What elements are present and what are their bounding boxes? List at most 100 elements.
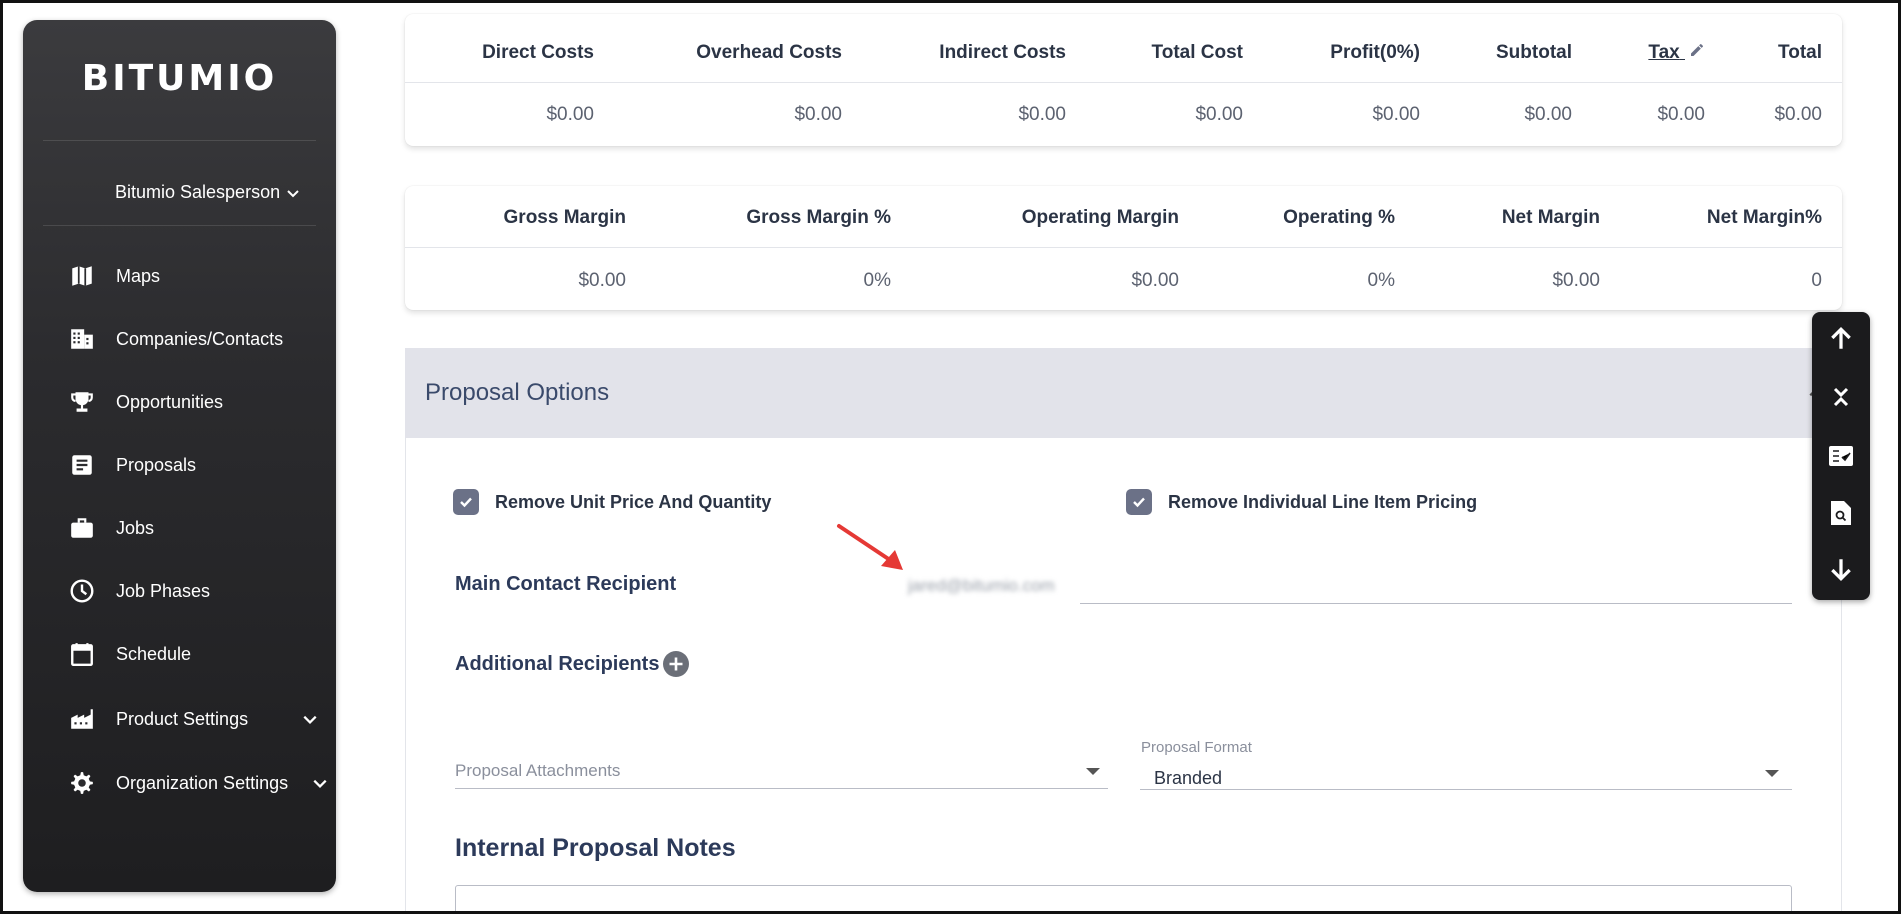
sidebar-item-companies-contacts[interactable]: Companies/Contacts [68, 319, 328, 359]
table-cell: 0% [863, 270, 891, 291]
document-search-icon [1831, 501, 1851, 525]
sidebar-item-maps[interactable]: Maps [68, 256, 328, 296]
table-cell: $0.00 [1657, 104, 1705, 125]
checklist-icon [1829, 446, 1853, 466]
checklist-button[interactable] [1812, 431, 1870, 481]
sidebar-item-label: Proposals [116, 454, 197, 475]
input-underline [455, 788, 1108, 789]
internal-notes-title: Internal Proposal Notes [455, 834, 736, 862]
add-recipient-button[interactable] [663, 651, 689, 677]
checkbox-checked-icon[interactable] [1126, 489, 1152, 515]
scroll-to-bottom-button[interactable] [1812, 544, 1870, 594]
table-cell: $0.00 [1774, 104, 1822, 125]
scroll-to-top-button[interactable] [1812, 314, 1870, 364]
tax-header-link[interactable]: Tax [1648, 42, 1705, 64]
sidebar-item-label: Jobs [116, 517, 155, 538]
app-logo: BITUMIO [81, 58, 278, 99]
proposal-attachments-select[interactable]: Proposal Attachments [455, 761, 620, 781]
document-icon [68, 451, 96, 479]
user-menu[interactable]: Bitumio Salesperson [115, 182, 300, 203]
user-name: Bitumio Salesperson [115, 182, 281, 202]
table-cell: $0.00 [546, 104, 594, 125]
column-header: Tax [1648, 42, 1680, 63]
margins-summary-table: Gross Margin Gross Margin % Operating Ma… [405, 186, 1842, 310]
sidebar-item-job-phases[interactable]: Job Phases [68, 571, 328, 611]
table-cell: 0 [1811, 270, 1822, 291]
checkbox-label: Remove Unit Price And Quantity [495, 491, 772, 512]
column-header: Operating % [1283, 207, 1395, 228]
gear-icon [68, 769, 96, 797]
table-cell: $0.00 [1018, 104, 1066, 125]
sidebar-divider [43, 140, 316, 141]
sidebar-item-jobs[interactable]: Jobs [68, 508, 328, 548]
proposal-format-label: Proposal Format [1141, 739, 1252, 756]
checkbox-label: Remove Individual Line Item Pricing [1168, 491, 1478, 512]
column-header: Net Margin% [1706, 207, 1822, 228]
checkbox-checked-icon[interactable] [453, 489, 479, 515]
sidebar-item-opportunities[interactable]: Opportunities [68, 382, 328, 422]
divider [405, 247, 1842, 248]
internal-notes-textarea[interactable] [455, 885, 1792, 914]
chevron-down-icon [303, 715, 317, 725]
sidebar-item-label: Opportunities [116, 391, 224, 412]
main-contact-input[interactable]: jared@bitumio.com [908, 576, 1055, 596]
arrow-down-icon [1831, 559, 1851, 582]
sidebar-item-label: Companies/Contacts [116, 328, 284, 349]
sidebar-item-proposals[interactable]: Proposals [68, 445, 328, 485]
column-header: Net Margin [1501, 207, 1600, 228]
collapse-icon [1833, 387, 1849, 407]
trophy-icon [68, 388, 96, 416]
costs-summary-table: Direct Costs Overhead Costs Indirect Cos… [405, 14, 1842, 146]
collapse-all-button[interactable] [1812, 372, 1870, 422]
table-cell: $0.00 [794, 104, 842, 125]
sidebar-item-label: Organization Settings [116, 772, 289, 793]
map-icon [68, 262, 96, 290]
input-underline [1080, 603, 1792, 604]
building-icon [68, 325, 96, 353]
column-header: Subtotal [1496, 42, 1572, 63]
sidebar: BITUMIO Bitumio Salesperson Maps Compani… [23, 20, 336, 892]
calendar-icon [68, 640, 96, 668]
factory-icon [68, 705, 96, 733]
table-cell: 0% [1367, 270, 1395, 291]
column-header: Overhead Costs [696, 42, 842, 63]
column-header: Profit(0%) [1330, 42, 1420, 63]
dropdown-caret-icon [1086, 768, 1100, 775]
arrow-up-icon [1831, 326, 1851, 349]
table-cell: $0.00 [1524, 104, 1572, 125]
main-contact-label: Main Contact Recipient [455, 573, 677, 595]
table-cell: $0.00 [578, 270, 626, 291]
chevron-down-icon [287, 189, 299, 197]
chevron-down-icon [313, 779, 327, 789]
sidebar-item-label: Maps [116, 265, 161, 286]
clock-icon [68, 577, 96, 605]
column-header: Operating Margin [1021, 207, 1179, 228]
sidebar-item-schedule[interactable]: Schedule [68, 634, 328, 674]
briefcase-icon [68, 514, 96, 542]
floating-toolbar [1812, 312, 1870, 600]
dropdown-caret-icon [1765, 770, 1779, 777]
annotation-arrow-icon [837, 524, 903, 570]
table-cell: $0.00 [1195, 104, 1243, 125]
sidebar-item-product-settings[interactable]: Product Settings [68, 699, 328, 739]
table-cell: $0.00 [1131, 270, 1179, 291]
additional-recipients-label: Additional Recipients [455, 653, 660, 675]
column-header: Gross Margin % [746, 207, 891, 228]
sidebar-item-label: Job Phases [116, 580, 211, 601]
sidebar-item-organization-settings[interactable]: Organization Settings [68, 763, 328, 803]
remove-line-item-pricing-checkbox[interactable]: Remove Individual Line Item Pricing [1126, 489, 1477, 515]
input-underline [1140, 789, 1792, 790]
pencil-icon[interactable] [1689, 42, 1705, 58]
proposal-format-select[interactable]: Branded [1154, 768, 1222, 789]
column-header: Total Cost [1151, 42, 1243, 63]
column-header: Indirect Costs [939, 42, 1066, 63]
proposal-options-header[interactable]: Proposal Options [405, 348, 1842, 438]
remove-unit-price-checkbox[interactable]: Remove Unit Price And Quantity [453, 489, 771, 515]
column-header: Direct Costs [482, 42, 594, 63]
divider [405, 82, 1842, 83]
preview-document-button[interactable] [1812, 488, 1870, 538]
sidebar-item-label: Schedule [116, 643, 192, 664]
column-header: Gross Margin [503, 207, 626, 228]
sidebar-item-label: Product Settings [116, 708, 249, 729]
table-cell: $0.00 [1552, 270, 1600, 291]
